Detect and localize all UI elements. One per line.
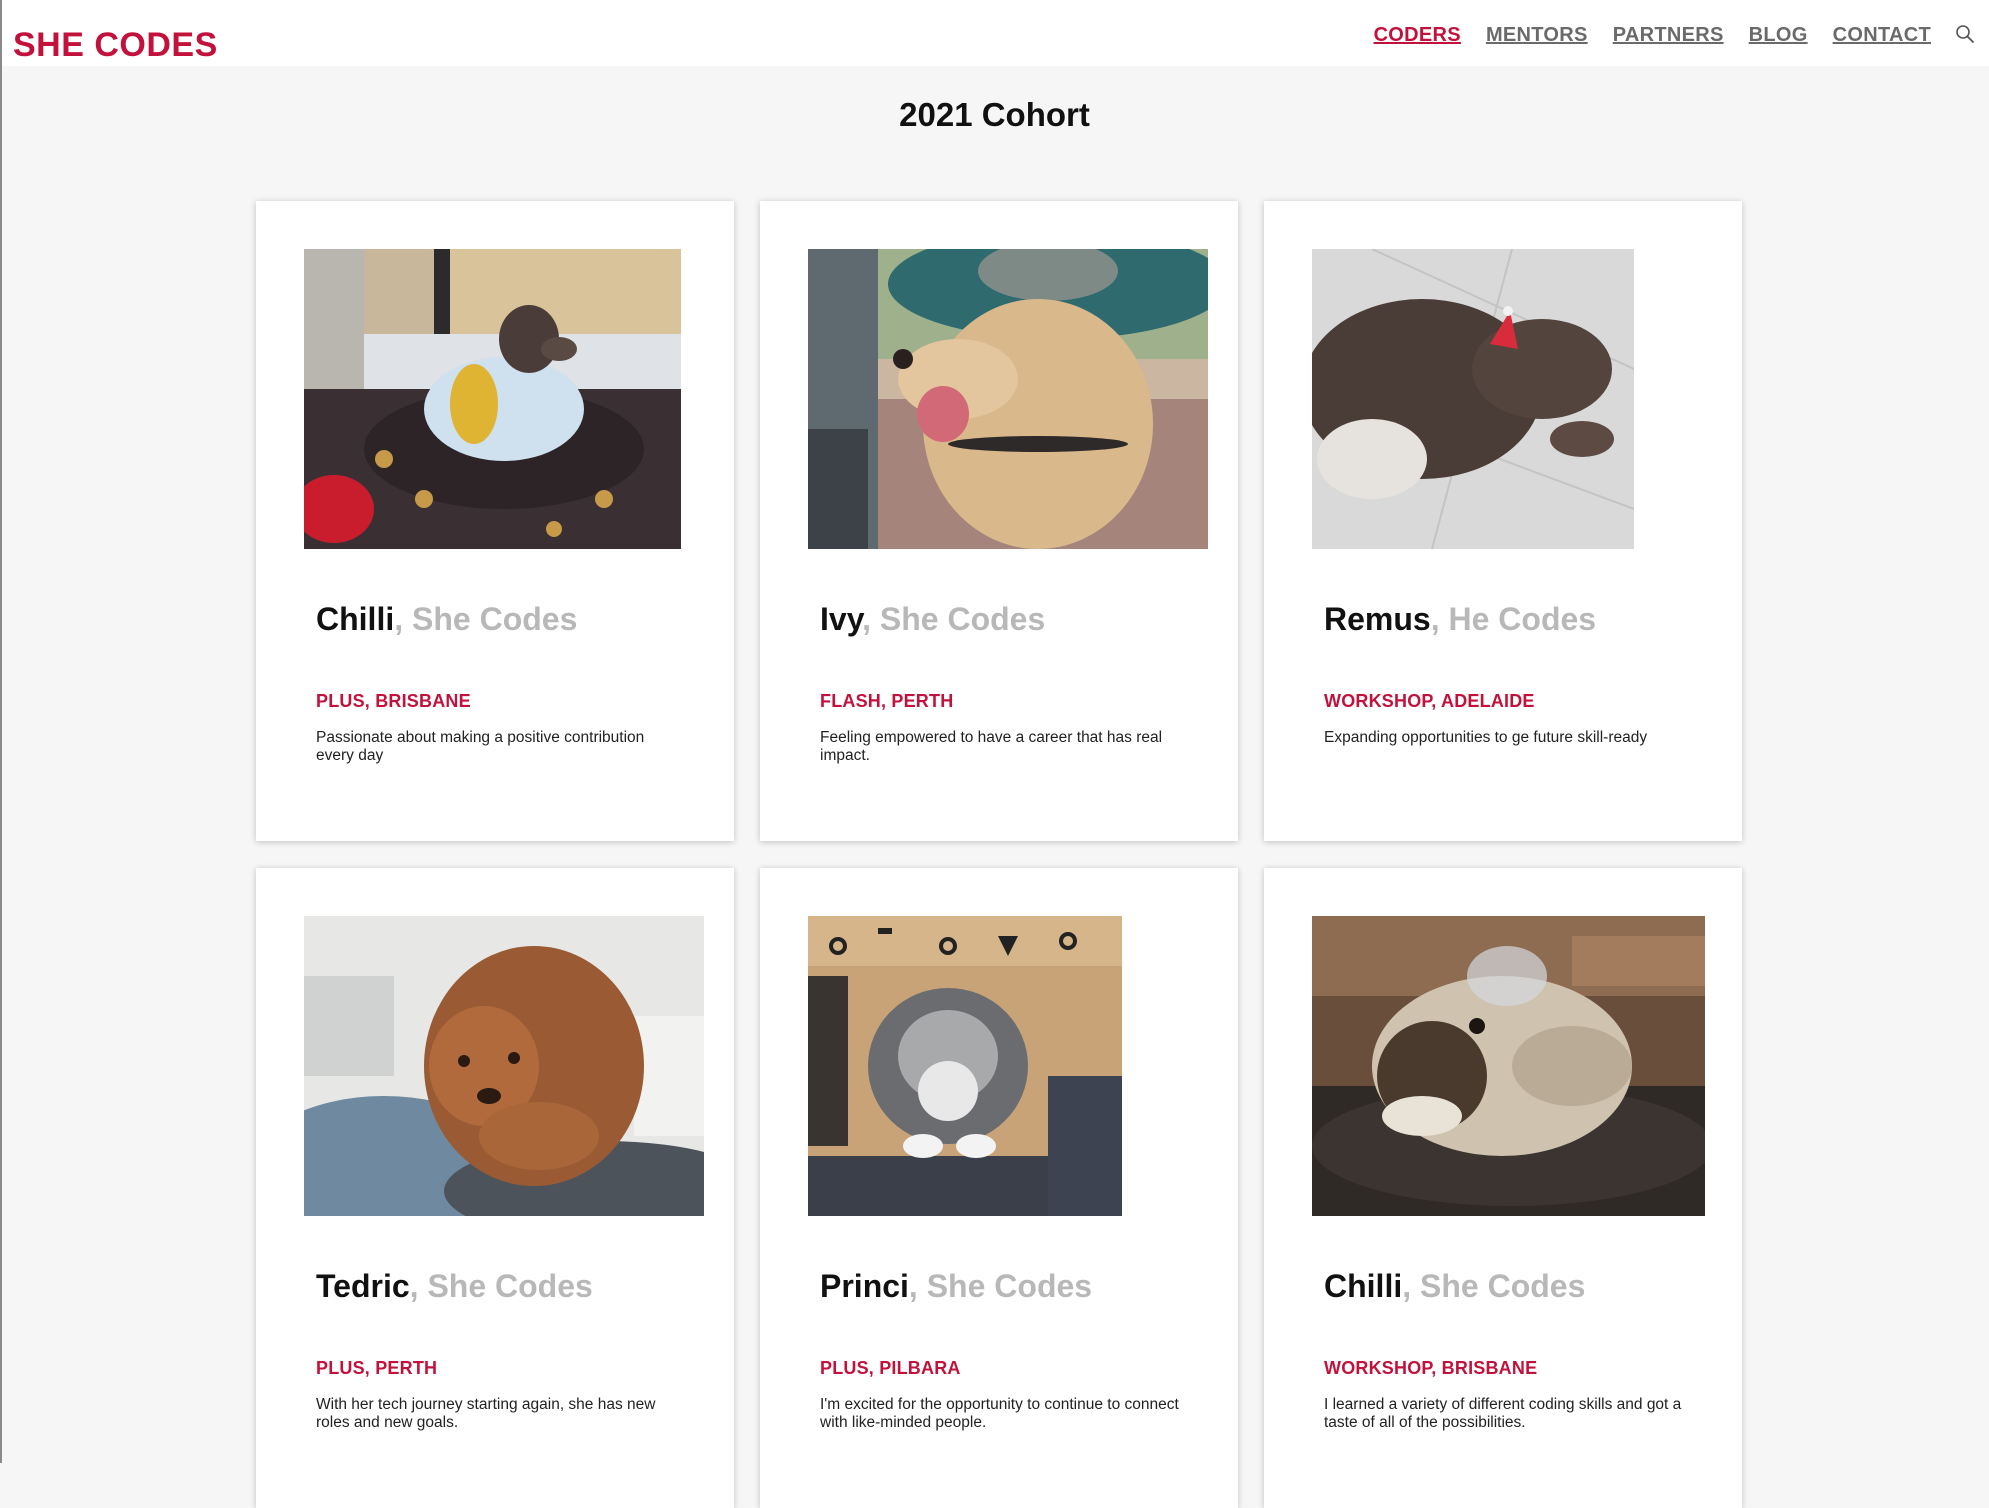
nav-blog[interactable]: BLOG [1749,20,1808,50]
coder-program: PLUS, PILBARA [820,1358,961,1378]
page-title: 2021 Cohort [899,96,1090,133]
coder-name: Princi, She Codes [820,1268,1093,1304]
search-icon[interactable] [1955,24,1975,46]
coder-name: Remus, He Codes [1324,601,1597,637]
nav-coders[interactable]: CODERS [1374,20,1461,50]
coder-photo [1312,916,1705,1216]
coder-program: FLASH, PERTH [820,691,954,711]
nav-contact[interactable]: CONTACT [1833,20,1931,50]
coder-name: Tedric, She Codes [316,1268,593,1304]
site-header: SHE CODES CODERS MENTORS PARTNERS BLOG C… [2,0,1989,66]
coder-card[interactable]: Tedric, She Codes PLUS, PERTH With her t… [256,868,734,1508]
coder-bio: Expanding opportunities to ge future ski… [1324,729,1648,746]
coder-card[interactable]: Princi, She Codes PLUS, PILBARA I'm exci… [760,868,1238,1508]
coder-bio: Passionate about making a positive contr… [316,729,645,764]
coder-program: WORKSHOP, ADELAIDE [1324,691,1535,711]
coder-bio: Feeling empowered to have a career that … [820,729,1163,764]
coder-program: WORKSHOP, BRISBANE [1324,1358,1538,1378]
coder-bio: I learned a variety of different coding … [1324,1396,1682,1431]
coder-card[interactable]: Chilli, She Codes WORKSHOP, BRISBANE I l… [1264,868,1742,1508]
window-left-border [0,0,2,1463]
site-logo[interactable]: SHE CODES [13,24,218,66]
coder-photo [304,249,681,549]
coder-photo [1312,249,1634,549]
coder-name: Chilli, She Codes [1324,1268,1586,1304]
coder-photo [808,916,1122,1216]
coder-name: Ivy, She Codes [820,601,1046,637]
coder-photo [808,249,1208,549]
coder-bio: I'm excited for the opportunity to conti… [820,1396,1179,1431]
coder-card[interactable]: Chilli, She Codes PLUS, BRISBANE Passion… [256,201,734,841]
coder-program: PLUS, PERTH [316,1358,438,1378]
coder-name: Chilli, She Codes [316,601,578,637]
coder-program: PLUS, BRISBANE [316,691,471,711]
coder-card[interactable]: Remus, He Codes WORKSHOP, ADELAIDE Expan… [1264,201,1742,841]
nav-mentors[interactable]: MENTORS [1486,20,1588,50]
main-nav: CODERS MENTORS PARTNERS BLOG CONTACT [1349,20,1975,50]
coder-bio: With her tech journey starting again, sh… [316,1396,656,1431]
coder-photo [304,916,704,1216]
coder-card[interactable]: Ivy, She Codes FLASH, PERTH Feeling empo… [760,201,1238,841]
nav-partners[interactable]: PARTNERS [1613,20,1724,50]
